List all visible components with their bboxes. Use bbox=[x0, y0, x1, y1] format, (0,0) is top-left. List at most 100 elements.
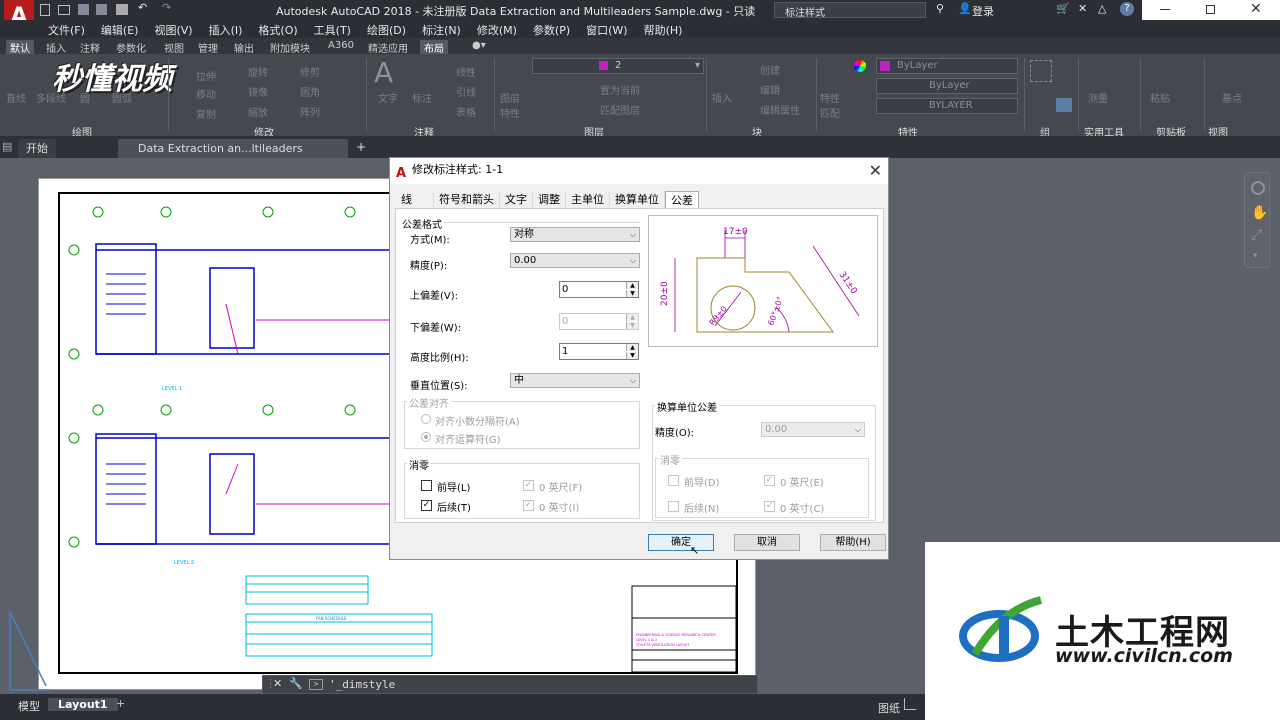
menu-draw[interactable]: 绘图(D) bbox=[359, 22, 414, 38]
maximize-button[interactable] bbox=[1206, 5, 1215, 14]
menu-help[interactable]: 帮助(H) bbox=[636, 22, 691, 38]
spin-up-icon[interactable]: ▲ bbox=[626, 282, 638, 289]
measure-tool[interactable]: 测量 bbox=[1088, 90, 1108, 105]
alt-precision-select[interactable]: 0.00 ⌵ bbox=[761, 422, 865, 437]
fillet-tool[interactable]: 圆角 bbox=[300, 84, 320, 99]
group-icon[interactable] bbox=[1030, 60, 1052, 82]
save-icon[interactable] bbox=[78, 4, 89, 15]
search-input[interactable]: 标注样式 bbox=[785, 4, 825, 19]
text-icon[interactable]: A bbox=[374, 56, 393, 89]
align-decimal-radio[interactable] bbox=[421, 414, 431, 424]
close-icon[interactable]: ✕ bbox=[869, 159, 882, 183]
spin-down-icon[interactable]: ▼ bbox=[626, 290, 638, 297]
ribbon-tab-output[interactable]: 输出 bbox=[234, 40, 254, 55]
tab-text[interactable]: 文字 bbox=[500, 191, 533, 208]
ribbon-tab-view[interactable]: 视图 bbox=[164, 40, 184, 55]
ribbon-tab-layout[interactable]: 布局 bbox=[420, 40, 448, 55]
tab-model[interactable]: 模型 bbox=[10, 698, 48, 714]
color-combo[interactable]: ByLayer bbox=[876, 58, 1018, 74]
ribbon-tab-parametric[interactable]: 参数化 bbox=[116, 40, 146, 55]
menu-dimension[interactable]: 标注(N) bbox=[414, 22, 469, 38]
edit-block-tool[interactable]: 编辑 bbox=[760, 82, 780, 97]
tab-start[interactable]: 开始 bbox=[18, 139, 56, 158]
help-icon[interactable]: ? bbox=[1120, 2, 1134, 16]
command-line[interactable]: ⋮ ✕ 🔧 > '_dimstyle bbox=[262, 675, 758, 694]
new-tab-icon[interactable]: + bbox=[356, 140, 366, 154]
ribbon-tab-featured[interactable]: 精选应用 bbox=[368, 40, 408, 55]
menu-window[interactable]: 窗口(W) bbox=[578, 22, 635, 38]
ribbon-tab-default[interactable]: 默认 bbox=[6, 40, 34, 55]
create-block-tool[interactable]: 创建 bbox=[760, 62, 780, 77]
user-icon[interactable]: 👤 bbox=[958, 2, 972, 15]
ribbon-tab-manage[interactable]: 管理 bbox=[198, 40, 218, 55]
tab-lines[interactable]: 线 bbox=[396, 191, 434, 208]
alt-inches-checkbox[interactable]: ✓ bbox=[764, 501, 775, 512]
insert-tool[interactable]: 插入 bbox=[712, 90, 732, 105]
tab-drawing[interactable]: Data Extraction an...ltileaders Sample* bbox=[118, 139, 348, 174]
tab-alternate-units[interactable]: 换算单位 bbox=[610, 191, 665, 208]
polyline-tool[interactable]: 多段线 bbox=[36, 90, 66, 105]
menu-file[interactable]: 文件(F) bbox=[40, 22, 93, 38]
set-current-tool[interactable]: 置为当前 bbox=[600, 82, 640, 97]
add-layout-icon[interactable]: + bbox=[116, 697, 125, 710]
trailing-checkbox[interactable]: ✓ bbox=[421, 500, 432, 511]
pan-icon[interactable]: ✋ bbox=[1251, 205, 1268, 221]
edit-attribute-tool[interactable]: 编辑属性 bbox=[760, 102, 800, 117]
layer-combo[interactable]: 2 ▾ bbox=[532, 58, 704, 74]
leader-tool[interactable]: 引线 bbox=[456, 84, 476, 99]
cancel-button[interactable]: 取消 bbox=[734, 534, 800, 551]
menu-insert[interactable]: 插入(I) bbox=[201, 22, 251, 38]
method-select[interactable]: 对称 ⌵ bbox=[510, 227, 640, 242]
menu-edit[interactable]: 编辑(E) bbox=[93, 22, 147, 38]
minimize-button[interactable] bbox=[1160, 9, 1170, 10]
ribbon-tab-a360[interactable]: A360 bbox=[328, 40, 354, 51]
menu-parametric[interactable]: 参数(P) bbox=[525, 22, 578, 38]
group-edit-icon[interactable] bbox=[1056, 98, 1072, 112]
tab-symbols-arrows[interactable]: 符号和箭头 bbox=[434, 191, 500, 208]
text-tool[interactable]: 文字 bbox=[378, 90, 398, 105]
spin-up-icon[interactable]: ▲ bbox=[626, 344, 638, 351]
new-icon[interactable] bbox=[40, 4, 50, 16]
quick-access-toolbar[interactable]: ↶ ↷ bbox=[40, 1, 210, 17]
tab-primary-units[interactable]: 主单位 bbox=[566, 191, 610, 208]
alt-leading-checkbox[interactable] bbox=[668, 475, 679, 486]
color-wheel-icon[interactable] bbox=[854, 60, 866, 72]
circle-tool[interactable]: 圆 bbox=[80, 90, 90, 105]
help-button[interactable]: 帮助(H) bbox=[820, 534, 886, 551]
wrench-icon[interactable]: 🔧 bbox=[289, 677, 303, 690]
scale-tool[interactable]: 缩放 bbox=[248, 104, 268, 119]
zoom-extents-icon[interactable]: ⤢ bbox=[1251, 227, 1262, 243]
linear-tool[interactable]: 线性 bbox=[456, 64, 476, 79]
ribbon-tab-insert[interactable]: 插入 bbox=[46, 40, 66, 55]
trim-tool[interactable]: 修剪 bbox=[300, 64, 320, 79]
menu-modify[interactable]: 修改(M) bbox=[469, 22, 525, 38]
close-button[interactable]: ✕ bbox=[1250, 1, 1262, 17]
paste-tool[interactable]: 粘贴 bbox=[1150, 90, 1170, 105]
menu-format[interactable]: 格式(O) bbox=[250, 22, 305, 38]
menu-icon[interactable]: ▤ bbox=[2, 140, 12, 153]
stretch-tool[interactable]: 拉伸 bbox=[196, 68, 216, 83]
upper-value-spinner[interactable]: 0 ▲ ▼ bbox=[559, 281, 639, 298]
height-scale-spinner[interactable]: 1 ▲ ▼ bbox=[559, 343, 639, 360]
ribbon-options-icon[interactable]: ●▾ bbox=[472, 40, 486, 51]
menu-tools[interactable]: 工具(T) bbox=[306, 22, 359, 38]
rotate-tool[interactable]: 旋转 bbox=[248, 64, 268, 79]
triangle-icon[interactable]: △ bbox=[1098, 2, 1106, 15]
move-tool[interactable]: 移动 bbox=[196, 86, 216, 101]
linetype-combo[interactable]: ByLayer bbox=[876, 78, 1018, 94]
arc-tool[interactable]: 圆弧 bbox=[112, 90, 132, 105]
leading-checkbox[interactable] bbox=[421, 480, 432, 491]
redo-icon[interactable]: ↷ bbox=[162, 1, 171, 14]
orbit-icon[interactable]: ▾ bbox=[1253, 251, 1258, 261]
undo-icon[interactable]: ↶ bbox=[138, 1, 147, 14]
inches-checkbox[interactable]: ✓ bbox=[523, 500, 534, 511]
spin-up-icon[interactable]: ▲ bbox=[626, 314, 638, 321]
table-tool[interactable]: 表格 bbox=[456, 104, 476, 119]
base-point-tool[interactable]: 基点 bbox=[1222, 90, 1242, 105]
copy-tool[interactable]: 复制 bbox=[196, 106, 216, 121]
login-link[interactable]: 登录 bbox=[972, 3, 994, 19]
lower-value-spinner[interactable]: 0 ▲ ▼ bbox=[559, 313, 639, 330]
line-tool[interactable]: 直线 bbox=[6, 90, 26, 105]
spin-down-icon[interactable]: ▼ bbox=[626, 322, 638, 329]
command-close-icon[interactable]: ✕ bbox=[273, 677, 282, 690]
